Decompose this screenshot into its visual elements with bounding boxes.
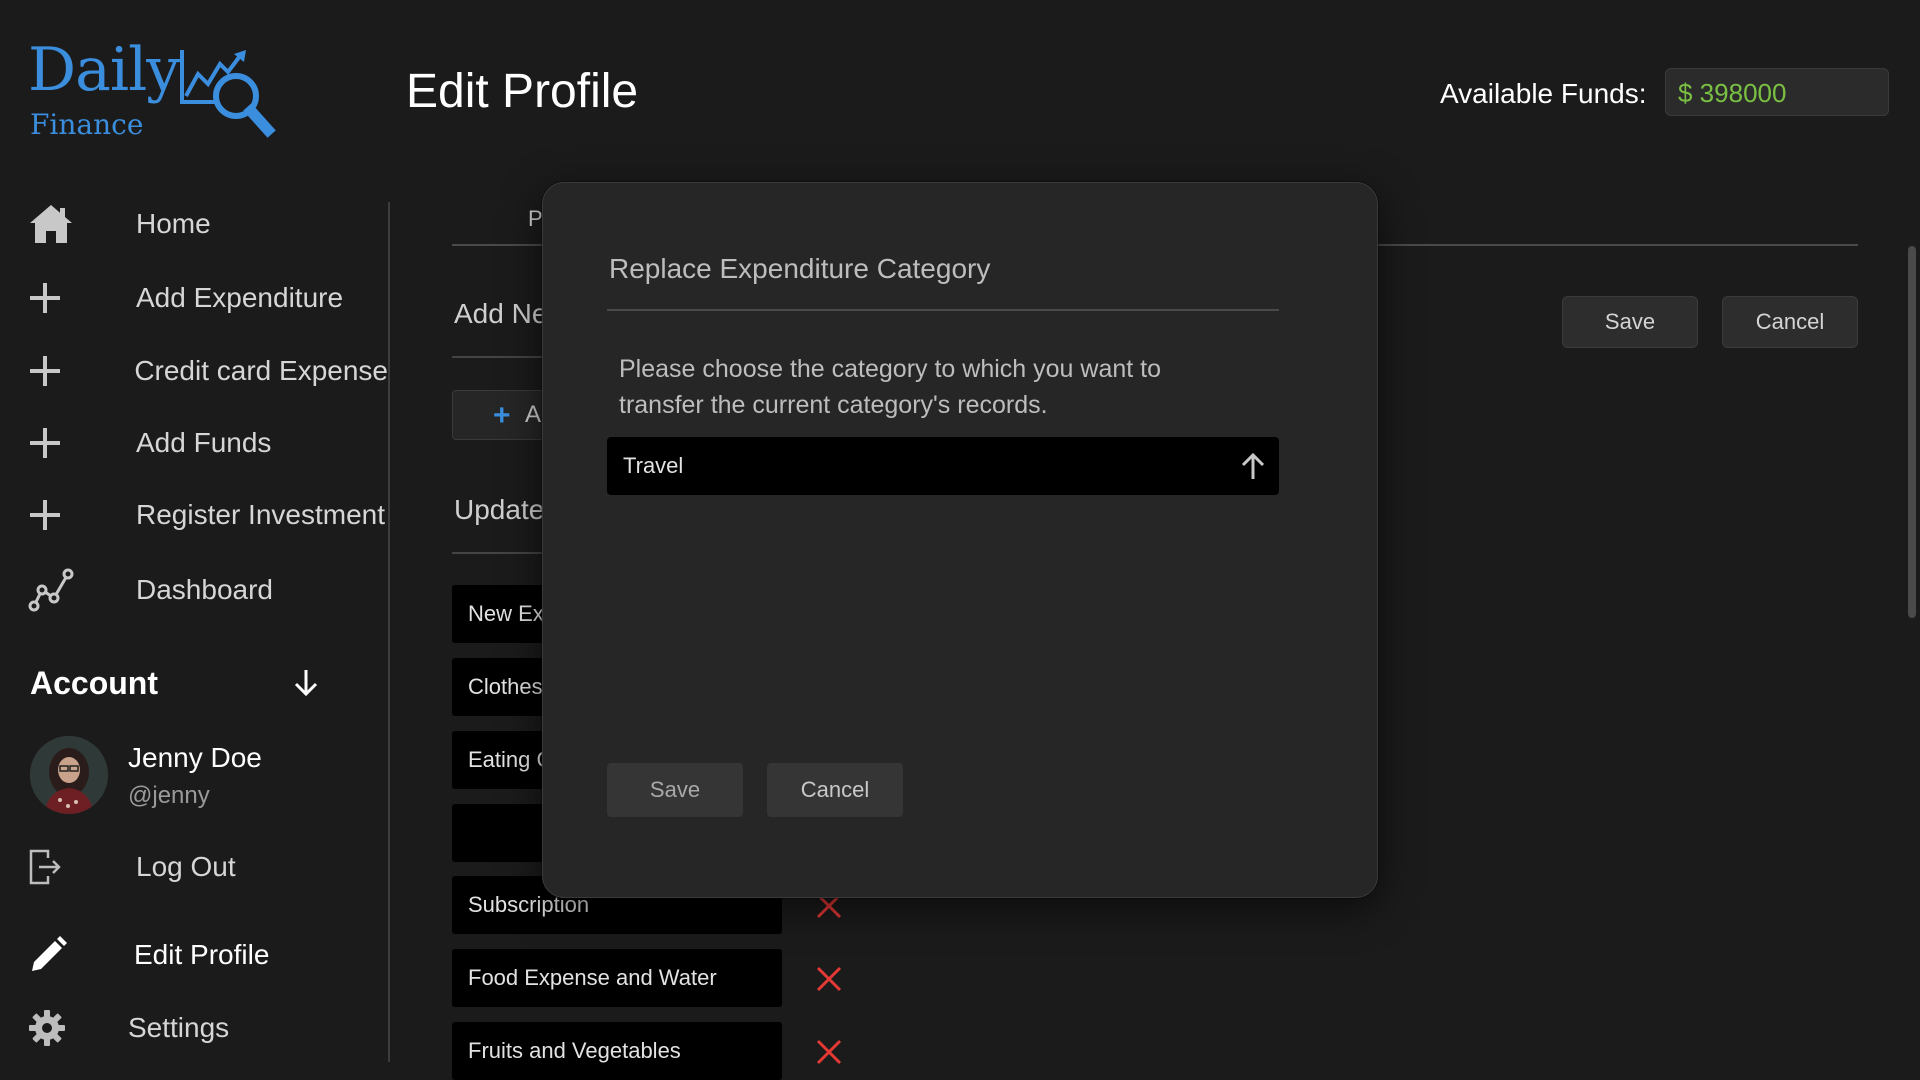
dialog-description: Please choose the category to which you … [619, 355, 1161, 419]
arrow-up-icon [1241, 452, 1265, 479]
home-icon [28, 199, 80, 249]
dialog-divider [607, 309, 1279, 311]
app-logo: Daily Finance [28, 40, 288, 150]
user-handle: @jenny [128, 782, 210, 809]
sidebar-item-dashboard[interactable]: Dashboard [28, 565, 388, 615]
update-categories-title: Update [454, 494, 545, 525]
user-name: Jenny Doe [128, 742, 262, 773]
account-section-toggle[interactable]: Account [30, 662, 330, 704]
add-new-category-title: Add Ne [454, 298, 548, 329]
plus-icon [28, 418, 80, 468]
available-funds-label: Available Funds: [1440, 78, 1647, 109]
chart-line-icon [28, 565, 80, 615]
add-category-label: A [525, 401, 542, 428]
tab-profile[interactable]: P [528, 206, 543, 232]
sidebar-item-home[interactable]: Home [28, 199, 388, 249]
save-button[interactable]: Save [1562, 296, 1698, 348]
avatar [30, 736, 108, 814]
logout-icon [28, 842, 80, 892]
gear-icon [28, 1003, 80, 1053]
dialog-title: Replace Expenditure Category [609, 253, 991, 284]
plus-icon [28, 273, 80, 323]
sidebar-item-register-investment[interactable]: Register Investment [28, 490, 388, 540]
plus-icon: + [493, 399, 511, 432]
sidebar-divider [388, 202, 390, 1062]
delete-icon[interactable] [814, 1037, 844, 1067]
plus-icon [28, 346, 78, 396]
sidebar-item-settings[interactable]: Settings [28, 1003, 388, 1053]
sidebar-item-add-funds[interactable]: Add Funds [28, 418, 388, 468]
sidebar-item-logout[interactable]: Log Out [28, 842, 388, 892]
account-label: Account [30, 664, 158, 701]
sidebar-item-label: Dashboard [136, 574, 273, 605]
dialog-save-button[interactable]: Save [607, 763, 743, 817]
category-input[interactable]: Food Expense and Water [452, 949, 782, 1007]
page-title: Edit Profile [406, 65, 639, 118]
arrow-down-icon [294, 670, 318, 697]
plus-icon [28, 490, 80, 540]
replace-category-dialog: Replace Expenditure Category Please choo… [542, 182, 1378, 898]
sidebar-item-label: Home [136, 208, 211, 239]
sidebar-item-label: Edit Profile [134, 939, 270, 970]
magnifier-chart-icon [180, 50, 276, 138]
available-funds-value: $ 398000 [1665, 68, 1889, 116]
delete-icon[interactable] [814, 964, 844, 994]
category-select[interactable]: Travel [607, 437, 1279, 495]
sidebar-item-label: Log Out [136, 851, 236, 882]
sidebar-item-edit-profile[interactable]: Edit Profile [28, 930, 388, 980]
sidebar-item-label: Add Funds [136, 427, 272, 458]
dialog-cancel-button[interactable]: Cancel [767, 763, 903, 817]
sidebar-item-label: Add Expenditure [136, 282, 344, 313]
sidebar-item-add-expenditure[interactable]: Add Expenditure [28, 273, 388, 323]
scrollbar[interactable] [1908, 246, 1916, 618]
sidebar-item-label: Settings [128, 1012, 230, 1043]
selected-category: Travel [623, 453, 684, 478]
user-profile: Jenny Doe @jenny [30, 736, 350, 816]
logo-text: Daily [28, 35, 180, 105]
logo-subtext: Finance [30, 108, 144, 141]
sidebar-item-label: Credit card Expense [134, 355, 388, 386]
category-input[interactable]: Fruits and Vegetables [452, 1022, 782, 1080]
sidebar-item-label: Register Investment [136, 499, 385, 530]
cancel-button[interactable]: Cancel [1722, 296, 1858, 348]
pencil-icon [28, 930, 80, 980]
sidebar-item-credit-card-expense[interactable]: Credit card Expense [28, 346, 388, 396]
